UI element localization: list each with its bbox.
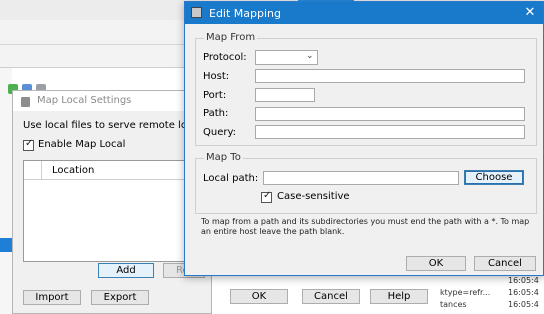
ok-button[interactable]: OK (406, 256, 466, 271)
background-side-panel (0, 68, 12, 314)
port-input[interactable] (255, 88, 315, 102)
mapping-help-note: To map from a path and its subdirectorie… (201, 217, 530, 236)
settings-help-button[interactable]: Help (370, 289, 428, 304)
query-input[interactable] (255, 125, 525, 139)
map-to-legend: Map To (204, 152, 243, 163)
log-row[interactable]: tances 16:05:4 (436, 300, 544, 311)
log-row-time: 16:05:4 (508, 288, 539, 297)
log-row-text: ktype=refr... (440, 288, 491, 297)
edit-mapping-title-bar[interactable]: Edit Mapping ✕ (185, 2, 543, 24)
edit-mapping-title: Edit Mapping (209, 7, 282, 20)
protocol-label: Protocol: (203, 52, 247, 63)
app-icon (191, 7, 202, 18)
settings-ok-button[interactable]: OK (230, 289, 288, 304)
enable-map-local-checkbox[interactable] (23, 138, 34, 151)
case-sensitive-checkbox[interactable] (261, 190, 272, 203)
log-row[interactable]: 16:05:4 (436, 276, 544, 287)
app-icon (21, 97, 30, 107)
map-local-title-bar[interactable]: Map Local Settings (13, 91, 213, 111)
host-label: Host: (203, 71, 230, 82)
mappings-table-header: Location (24, 161, 202, 180)
import-button[interactable]: Import (23, 290, 81, 305)
background-selected-row[interactable] (0, 238, 12, 252)
path-label: Path: (203, 108, 229, 119)
background-toolbar (0, 20, 190, 68)
export-button[interactable]: Export (91, 290, 149, 305)
local-path-input[interactable] (263, 171, 459, 185)
log-row[interactable]: ktype=refr... 16:05:4 (436, 288, 544, 299)
port-label: Port: (203, 90, 227, 101)
map-local-title: Map Local Settings (37, 95, 132, 106)
case-sensitive-label: Case-sensitive (277, 191, 350, 202)
query-label: Query: (203, 127, 237, 138)
cancel-button[interactable]: Cancel (474, 256, 536, 271)
map-local-settings-window: Map Local Settings Use local files to se… (12, 90, 213, 314)
log-row-text: tances (440, 300, 467, 309)
log-row-time: 16:05:4 (508, 276, 539, 285)
close-icon[interactable]: ✕ (521, 5, 539, 21)
location-column-header[interactable]: Location (52, 165, 94, 176)
map-from-legend: Map From (204, 32, 258, 43)
add-button[interactable]: Add (98, 263, 154, 278)
map-local-description: Use local files to serve remote loc (23, 120, 193, 131)
chevron-down-icon: ⌄ (306, 51, 314, 61)
settings-cancel-button[interactable]: Cancel (302, 289, 360, 304)
path-input[interactable] (255, 107, 525, 121)
edit-mapping-dialog: Edit Mapping ✕ Map From Protocol: ⌄ Host… (184, 1, 544, 276)
choose-button[interactable]: Choose (464, 170, 524, 185)
enable-map-local-label: Enable Map Local (38, 139, 126, 150)
log-row-time: 16:05:4 (508, 300, 539, 309)
mappings-table[interactable]: Location (23, 160, 203, 262)
map-to-group: Map To (195, 152, 537, 214)
toolbar-divider (0, 44, 190, 45)
protocol-select[interactable]: ⌄ (255, 50, 318, 65)
host-input[interactable] (255, 69, 525, 83)
enabled-column-header[interactable] (24, 161, 42, 180)
local-path-label: Local path: (203, 173, 259, 184)
background-log-panel: 16:05:4 ktype=refr... 16:05:4 tances 16:… (436, 276, 544, 314)
